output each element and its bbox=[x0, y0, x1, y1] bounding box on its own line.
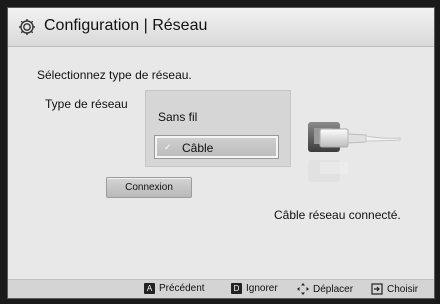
footer-previous-label: Précédent bbox=[159, 283, 205, 294]
move-arrows-icon bbox=[297, 283, 309, 295]
footer-ignore[interactable]: D Ignorer bbox=[231, 283, 278, 294]
footer-move-label: Déplacer bbox=[313, 283, 354, 295]
network-type-label: Type de réseau bbox=[45, 97, 128, 111]
page-title: Configuration | Réseau bbox=[44, 17, 208, 34]
a-key-icon: A bbox=[144, 283, 155, 294]
ethernet-cable-icon bbox=[308, 122, 401, 182]
option-wireless[interactable]: Sans fil bbox=[158, 110, 302, 124]
footer-ignore-label: Ignorer bbox=[246, 283, 278, 294]
option-cable-selected[interactable]: ✓ Câble bbox=[155, 136, 278, 158]
option-cable-label: Câble bbox=[182, 141, 214, 155]
d-key-icon: D bbox=[231, 283, 242, 294]
connection-status: Câble réseau connecté. bbox=[274, 208, 401, 222]
gear-icon bbox=[19, 19, 35, 35]
settings-screen: Configuration | Réseau Sélectionnez type… bbox=[7, 7, 435, 299]
footer-choose[interactable]: Choisir bbox=[371, 283, 418, 295]
network-type-dropdown[interactable]: Sans fil ✓ Câble bbox=[145, 90, 291, 167]
footer-hint-bar: A Précédent D Ignorer Déplacer Choisir bbox=[8, 279, 434, 298]
check-icon: ✓ bbox=[164, 142, 172, 152]
footer-move: Déplacer bbox=[297, 283, 353, 295]
footer-previous[interactable]: A Précédent bbox=[144, 283, 205, 294]
footer-choose-label: Choisir bbox=[387, 283, 419, 295]
connect-button[interactable]: Connexion bbox=[106, 177, 192, 198]
title-bar: Configuration | Réseau bbox=[8, 8, 434, 47]
enter-icon bbox=[371, 283, 383, 295]
network-type-prompt: Sélectionnez type de réseau. bbox=[37, 68, 192, 82]
